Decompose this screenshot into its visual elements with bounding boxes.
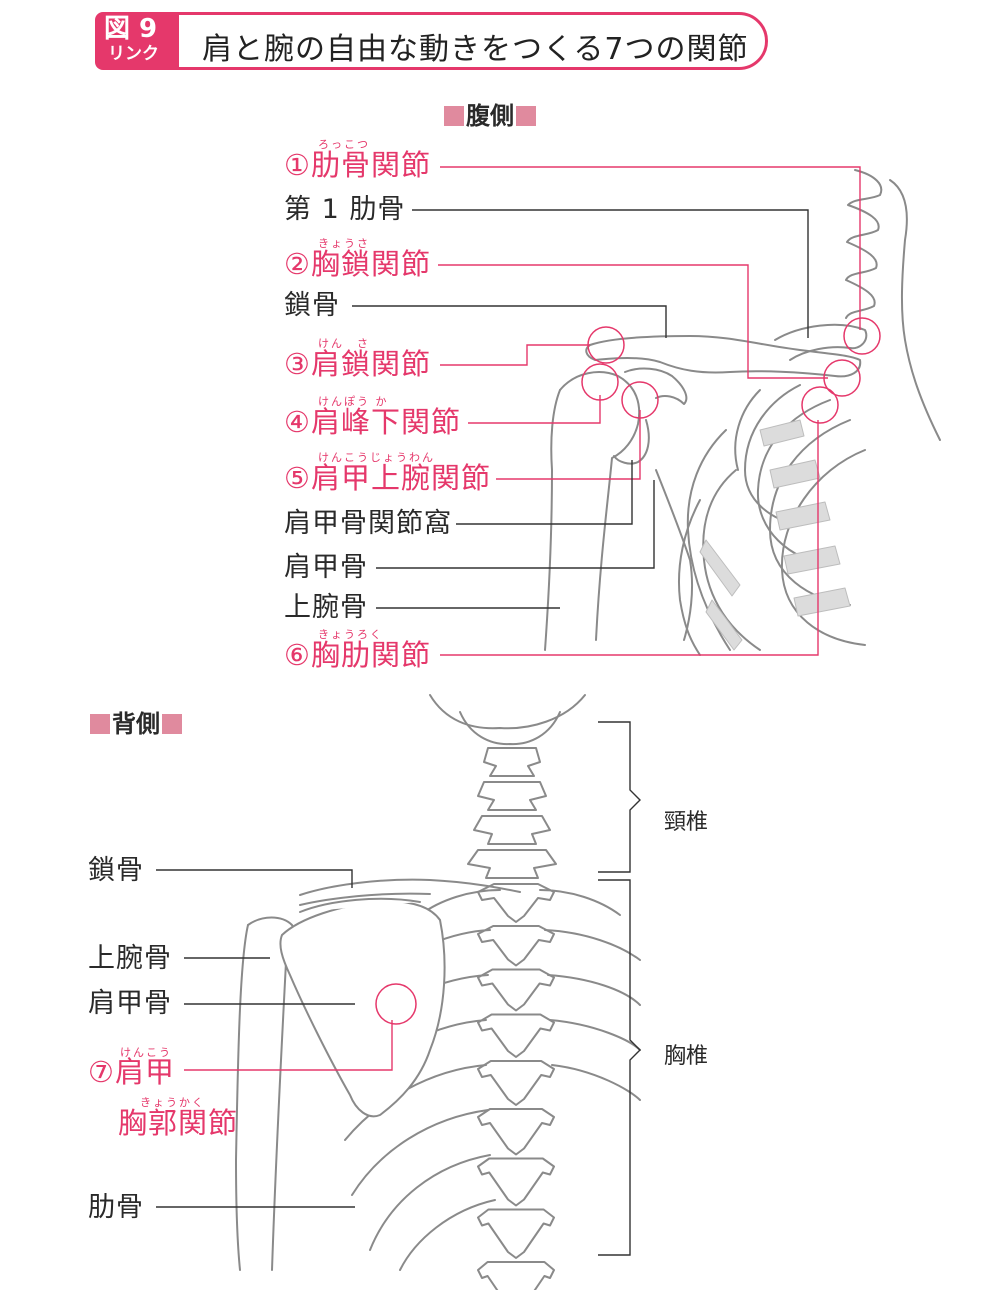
- back-skull-base: [429, 694, 586, 746]
- label-scapula-front: 肩甲骨: [284, 552, 368, 583]
- label-humerus-back: 上腕骨: [88, 943, 172, 974]
- back-view-title: 背側: [88, 704, 184, 739]
- thoracic-vertebra: [477, 1060, 555, 1106]
- front-first-rib: [774, 323, 868, 361]
- front-cartilage: [699, 419, 851, 651]
- label-glenohumeral: ⑤肩甲上腕関節: [284, 461, 491, 495]
- label-scapulothoracic-line1: ⑦肩甲: [88, 1055, 175, 1089]
- label-sternoclavicular: ②胸鎖関節: [284, 247, 431, 281]
- thoracic-vertebra: [477, 1261, 555, 1290]
- thoracic-vertebra: [477, 1157, 555, 1207]
- label-clavicle-front: 鎖骨: [284, 290, 340, 321]
- back-cervical-vertebrae: [467, 747, 557, 879]
- label-subacromial: ④肩峰下関節: [284, 405, 461, 439]
- label-scapulothoracic-line2: 胸郭関節: [118, 1106, 239, 1140]
- label-scapula-back: 肩甲骨: [88, 988, 172, 1019]
- thoracic-vertebra: [477, 925, 555, 967]
- label-rib-back: 肋骨: [88, 1192, 144, 1223]
- thoracic-vertebra: [477, 1013, 555, 1058]
- label-rib-joint: ①肋骨関節: [284, 148, 431, 182]
- thoracic-vertebra: [477, 1208, 555, 1259]
- label-first-rib: 第 1 肋骨: [284, 194, 406, 225]
- back-thoracic-vertebrae: [477, 883, 555, 1290]
- front-ribcage: [677, 384, 866, 656]
- label-cervical: 頸椎: [664, 810, 709, 835]
- label-sternocostal: ⑥胸肋関節: [284, 638, 431, 672]
- label-glenoid-fossa: 肩甲骨関節窩: [284, 508, 452, 539]
- thoracic-vertebra: [477, 968, 555, 1012]
- label-humerus-front: 上腕骨: [284, 592, 368, 623]
- thoracic-vertebra: [477, 1108, 555, 1156]
- label-clavicle-back: 鎖骨: [88, 855, 144, 886]
- label-thoracic: 胸椎: [664, 1044, 709, 1069]
- label-acromioclavicular: ③肩鎖関節: [284, 347, 431, 381]
- front-view-title: 腹側: [442, 96, 538, 131]
